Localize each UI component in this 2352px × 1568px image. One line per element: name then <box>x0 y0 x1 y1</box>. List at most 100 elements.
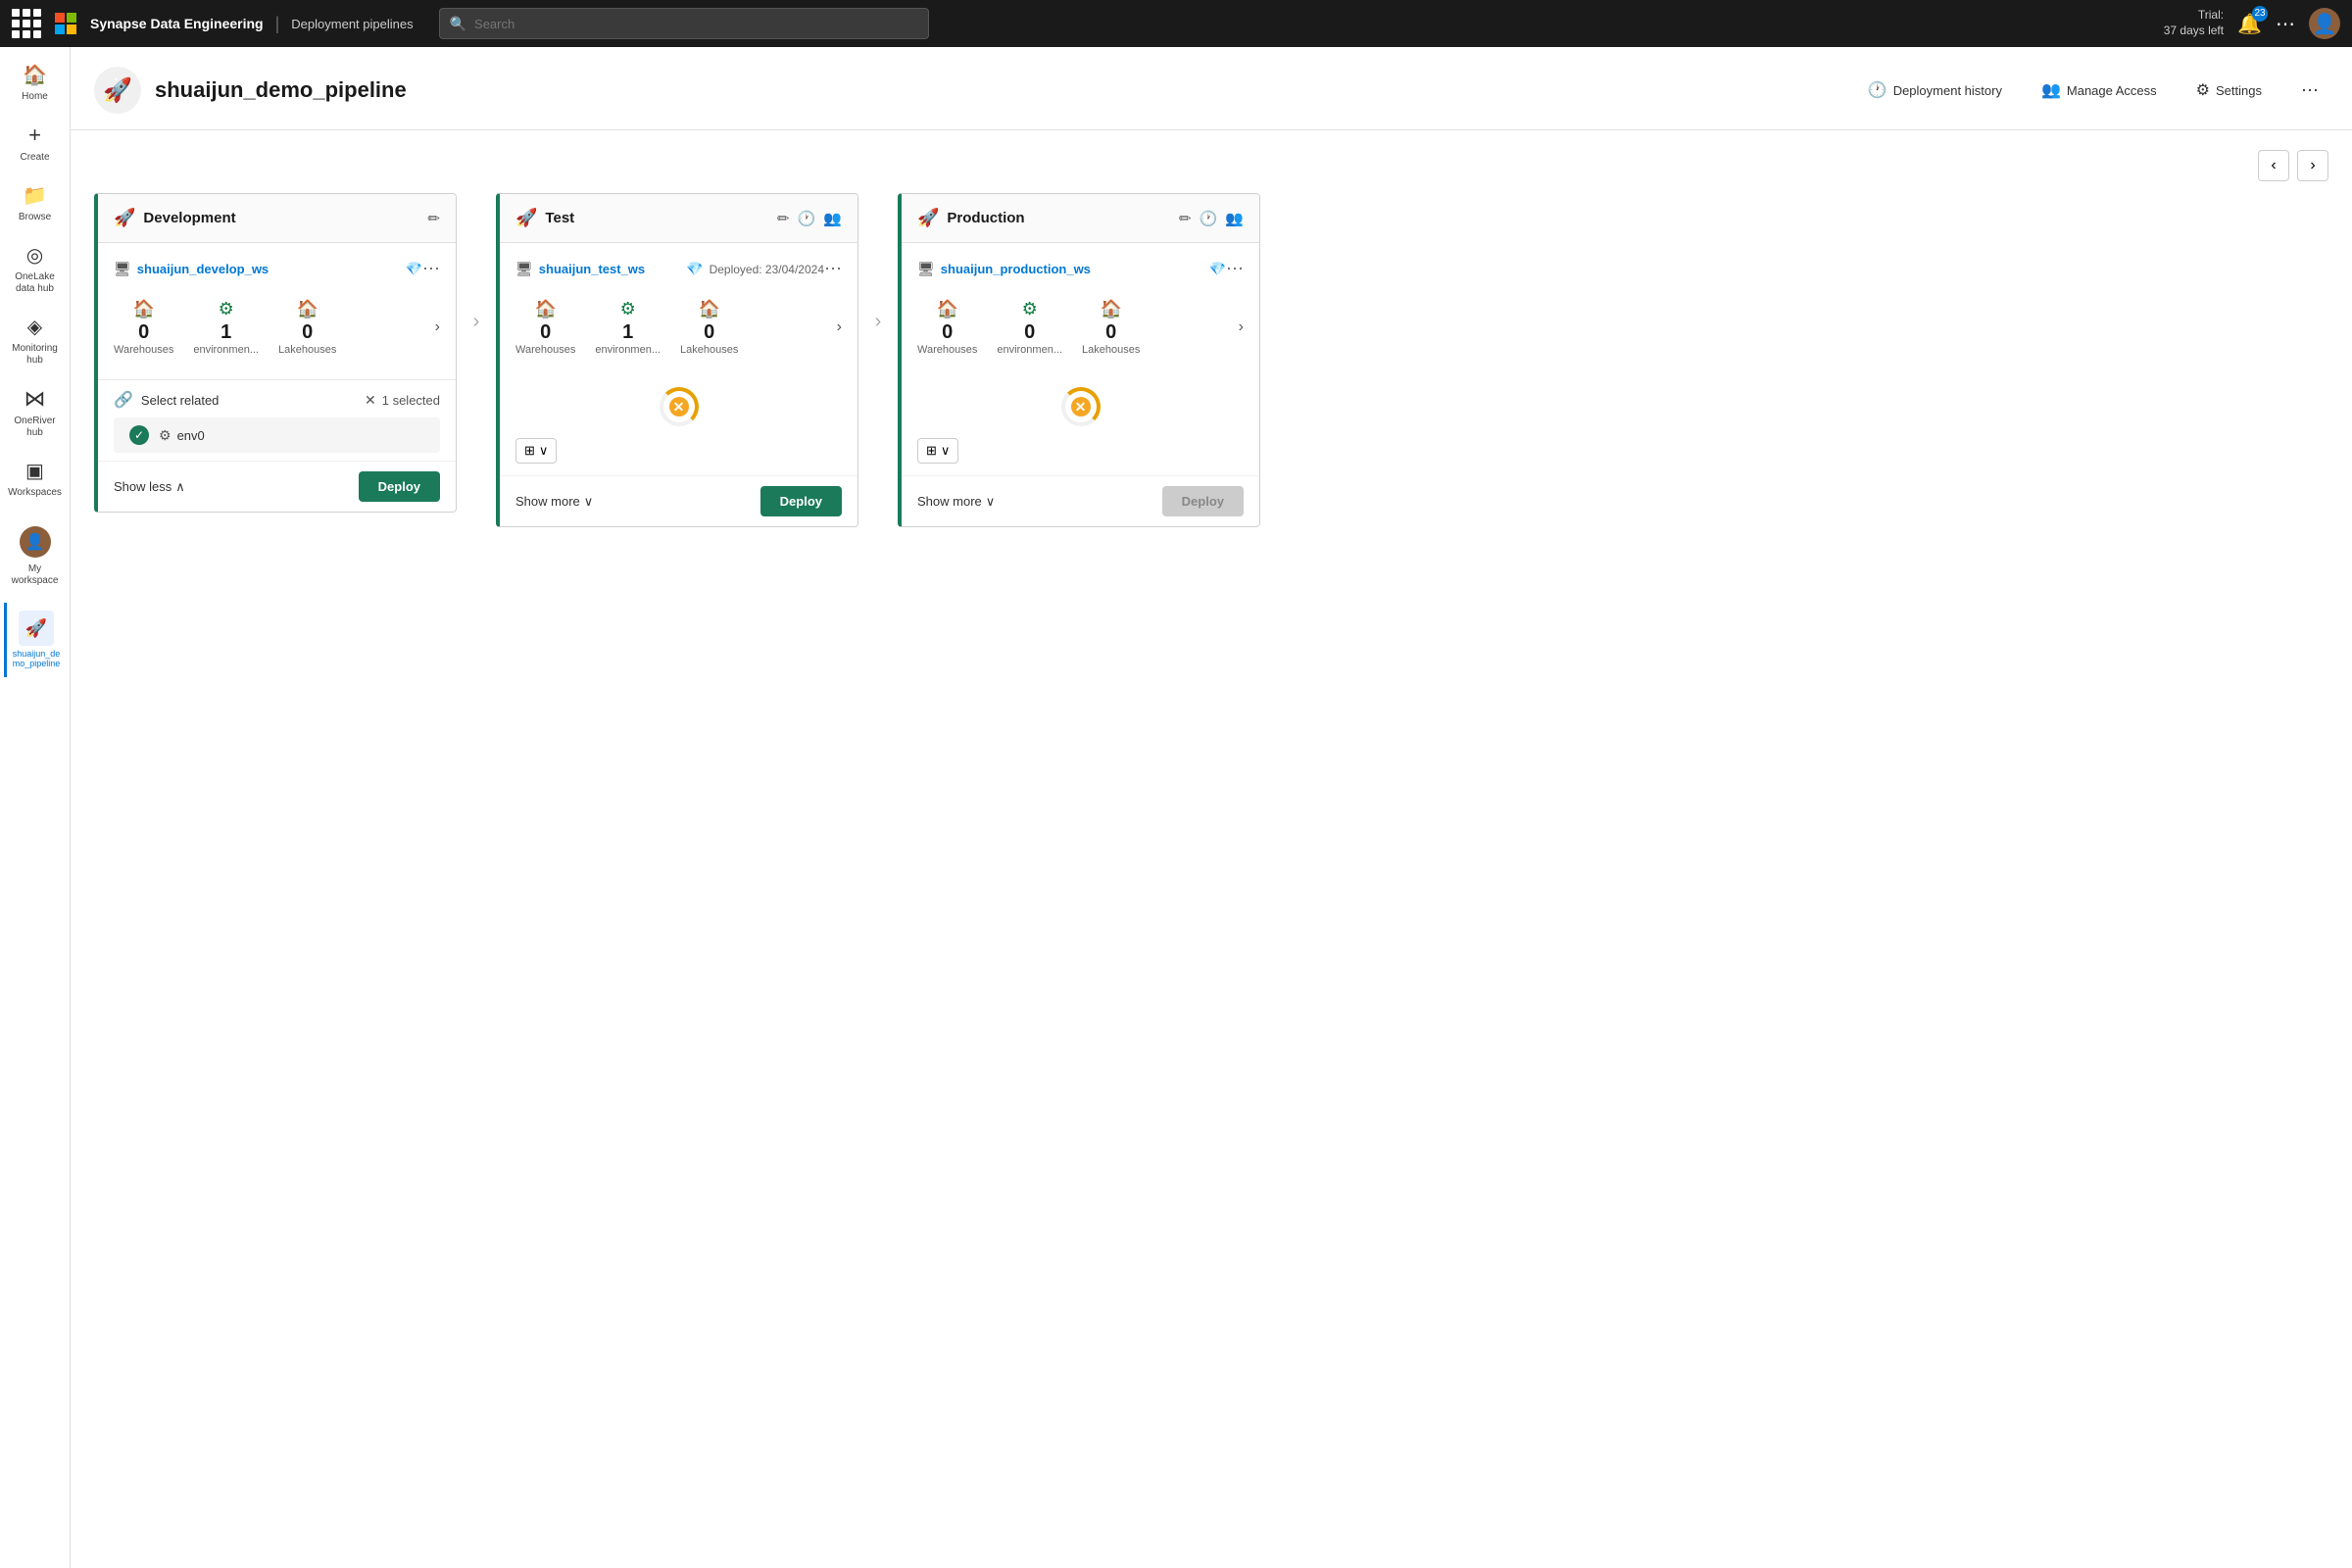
search-bar[interactable]: 🔍 <box>439 8 929 39</box>
grid-menu-icon[interactable] <box>12 9 41 38</box>
manage-access-icon: 👥 <box>2041 80 2061 100</box>
test-access-icon[interactable]: 👥 <box>823 210 842 227</box>
history-icon: 🕐 <box>1868 80 1887 100</box>
production-history-icon[interactable]: 🕐 <box>1200 210 1218 227</box>
test-lakehouses-icon: 🏠 <box>698 299 719 319</box>
production-edit-icon[interactable]: ✏ <box>1179 210 1192 227</box>
development-header-actions: ✏ <box>427 210 440 227</box>
topbar: Synapse Data Engineering | Deployment pi… <box>0 0 2352 47</box>
production-ws-menu[interactable]: ⋯ <box>1226 259 1244 279</box>
main-layout: 🏠 Home + Create 📁 Browse ◎ OneLake data … <box>0 47 2352 1568</box>
production-spinner: ✕ <box>1061 387 1101 426</box>
search-input[interactable] <box>474 17 918 31</box>
manage-access-button[interactable]: 👥 Manage Access <box>2032 74 2167 106</box>
development-selected-item[interactable]: ✓ ⚙ env0 <box>114 417 440 453</box>
test-spinner-x: ✕ <box>669 397 689 416</box>
show-less-chevron: ∧ <box>175 479 185 495</box>
content-area: 🚀 shuaijun_demo_pipeline 🕐 Deployment hi… <box>71 47 2352 1568</box>
development-stage-icon: 🚀 <box>114 208 135 228</box>
test-header: 🚀 Test ✏ 🕐 👥 <box>500 194 858 243</box>
production-deploy-button[interactable]: Deploy <box>1162 486 1244 516</box>
sidebar-item-home[interactable]: 🏠 Home <box>4 55 67 111</box>
production-header-actions: ✏ 🕐 👥 <box>1179 210 1244 227</box>
microsoft-logo <box>55 13 76 34</box>
development-show-less-button[interactable]: Show less ∧ <box>114 479 185 495</box>
test-edit-icon[interactable]: ✏ <box>777 210 790 227</box>
workspaces-icon: ▣ <box>25 459 44 483</box>
production-dropdown-row: ⊞ ∨ <box>902 434 1259 475</box>
sidebar-item-my-workspace[interactable]: 👤 My workspace <box>4 518 67 595</box>
notifications-button[interactable]: 🔔 23 <box>2237 12 2262 36</box>
prev-arrow-button[interactable]: ‹ <box>2258 150 2289 181</box>
test-ws-menu[interactable]: ⋯ <box>824 259 842 279</box>
selected-count: 1 selected <box>382 393 440 408</box>
test-metrics-row: 🏠 0 Warehouses ⚙ 1 environmen... 🏠 <box>515 291 842 364</box>
user-avatar[interactable]: 👤 <box>2309 8 2340 39</box>
production-warehouses-metric: 🏠 0 Warehouses <box>917 291 997 364</box>
production-ws-icon: 🖥 <box>917 261 935 277</box>
sidebar-item-monitoring[interactable]: ◈ Monitoring hub <box>4 307 67 374</box>
sidebar-item-workspaces[interactable]: ▣ Workspaces <box>4 451 67 507</box>
development-deploy-button[interactable]: Deploy <box>359 471 440 502</box>
settings-button[interactable]: ⚙ Settings <box>2186 74 2272 106</box>
test-to-prod-arrow: › <box>858 311 898 333</box>
brand-name: Synapse Data Engineering <box>90 16 264 31</box>
page-icon: 🚀 <box>94 67 141 114</box>
production-environments-icon: ⚙ <box>1022 299 1038 319</box>
sidebar-item-browse[interactable]: 📁 Browse <box>4 175 67 231</box>
test-show-more-button[interactable]: Show more ∨ <box>515 494 593 510</box>
production-warehouses-icon: 🏠 <box>936 299 957 319</box>
dev-to-test-arrow: › <box>457 311 496 333</box>
notification-count: 23 <box>2252 6 2268 22</box>
pipeline-icon: 🚀 <box>19 611 54 646</box>
development-ws-badge: 💎 <box>406 261 422 277</box>
deployment-history-button[interactable]: 🕐 Deployment history <box>1858 74 2012 106</box>
development-ws-icon: 🖥 <box>114 261 131 277</box>
development-edit-icon[interactable]: ✏ <box>427 210 440 227</box>
development-show-less-row: Show less ∧ Deploy <box>98 461 456 512</box>
production-stage-dropdown[interactable]: ⊞ ∨ <box>917 438 958 464</box>
clear-selection-icon[interactable]: ✕ <box>365 392 376 409</box>
test-deploy-button[interactable]: Deploy <box>760 486 842 516</box>
test-ws-badge: 💎 <box>686 261 703 277</box>
settings-icon: ⚙ <box>2196 80 2210 100</box>
select-related-icon: 🔗 <box>114 390 133 410</box>
sidebar-item-pipeline[interactable]: 🚀 shuaijun_de mo_pipeline <box>4 603 67 677</box>
production-metrics-arrow[interactable]: › <box>1239 318 1244 336</box>
test-metrics-arrow[interactable]: › <box>837 318 842 336</box>
test-ws-name: shuaijun_test_ws <box>539 262 682 276</box>
more-header-button[interactable]: ⋯ <box>2291 74 2328 107</box>
development-ws-menu[interactable]: ⋯ <box>422 259 440 279</box>
search-icon: 🔍 <box>450 16 466 32</box>
test-stage-icon: 🚀 <box>515 208 537 228</box>
onelake-icon: ◎ <box>26 243 43 268</box>
more-options-icon[interactable]: ⋯ <box>2276 12 2295 36</box>
show-more-chevron-test: ∨ <box>584 494 594 510</box>
production-spinner-x: ✕ <box>1071 397 1091 416</box>
test-environments-metric: ⚙ 1 environmen... <box>595 291 680 364</box>
development-metrics-arrow[interactable]: › <box>435 318 440 336</box>
sidebar-item-create[interactable]: + Create <box>4 115 67 172</box>
sidebar-item-oneriver[interactable]: ⋈ OneRiver hub <box>4 378 67 447</box>
more-header-icon: ⋯ <box>2301 80 2319 101</box>
stage-production: 🚀 Production ✏ 🕐 👥 🖥 shuaijun_production… <box>898 193 1260 527</box>
development-lakehouses-icon: 🏠 <box>296 299 318 319</box>
test-stage-dropdown[interactable]: ⊞ ∨ <box>515 438 557 464</box>
production-show-more-button[interactable]: Show more ∨ <box>917 494 995 510</box>
prod-dropdown-icon: ⊞ <box>926 443 937 459</box>
development-environments-icon: ⚙ <box>219 299 234 319</box>
dropdown-arrow-icon: ∨ <box>539 443 549 459</box>
production-header: 🚀 Production ✏ 🕐 👥 <box>902 194 1259 243</box>
my-workspace-avatar: 👤 <box>20 526 51 558</box>
sidebar-item-onelake[interactable]: ◎ OneLake data hub <box>4 235 67 303</box>
test-dropdown-row: ⊞ ∨ <box>500 434 858 475</box>
test-history-icon[interactable]: 🕐 <box>798 210 816 227</box>
test-lakehouses-metric: 🏠 0 Lakehouses <box>680 291 758 364</box>
topbar-right: Trial: 37 days left 🔔 23 ⋯ 👤 <box>2164 8 2340 39</box>
next-arrow-button[interactable]: › <box>2297 150 2328 181</box>
test-ws-icon: 🖥 <box>515 261 533 277</box>
production-access-icon[interactable]: 👥 <box>1225 210 1244 227</box>
test-show-more-row: Show more ∨ Deploy <box>500 475 858 526</box>
page-title: shuaijun_demo_pipeline <box>155 77 407 103</box>
development-warehouses-metric: 🏠 0 Warehouses <box>114 291 193 364</box>
